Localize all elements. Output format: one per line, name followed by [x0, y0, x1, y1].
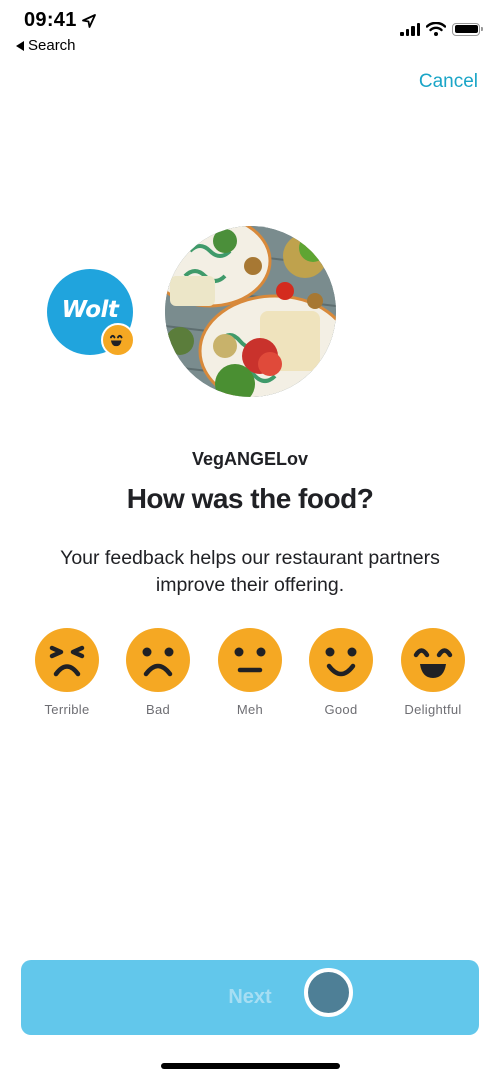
wolt-logo: Wolt [47, 269, 135, 357]
back-to-app-link[interactable]: Search [16, 37, 76, 54]
delightful-face-icon [401, 628, 465, 692]
rating-label: Meh [236, 702, 264, 717]
rating-label: Bad [145, 702, 171, 717]
rating-label: Good [324, 702, 358, 717]
good-face-icon [309, 628, 373, 692]
feedback-subtitle: Your feedback helps our restaurant partn… [60, 547, 440, 596]
rating-terrible[interactable]: Terrible [22, 628, 112, 717]
venue-name: VegANGELov [191, 449, 309, 469]
rating-bad[interactable]: Bad [113, 628, 203, 717]
restaurant-photo [165, 226, 336, 397]
rating-label: Terrible [44, 702, 90, 717]
rating-delightful[interactable]: Delightful [388, 628, 478, 717]
bad-face-icon [126, 628, 190, 692]
status-icons [400, 22, 483, 36]
rating-meh[interactable]: Meh [205, 628, 295, 717]
home-indicator[interactable] [161, 1063, 340, 1069]
back-triangle-icon [16, 40, 24, 51]
battery-icon [452, 22, 483, 36]
status-bar: 09:41 Search [0, 0, 500, 60]
wifi-icon [426, 22, 446, 36]
grinning-face-icon [101, 323, 135, 357]
cancel-button[interactable]: Cancel [419, 71, 478, 93]
terrible-face-icon [35, 628, 99, 692]
next-button[interactable]: Next [21, 960, 479, 1035]
touch-indicator [304, 968, 353, 1017]
meh-face-icon [218, 628, 282, 692]
wolt-logo-text: Wolt [61, 297, 119, 323]
next-button-label: Next [228, 986, 272, 1008]
back-app-label: Search [28, 37, 76, 54]
location-arrow-icon [81, 13, 96, 28]
page-title: How was the food? [126, 483, 374, 514]
status-time: 09:41 [24, 9, 97, 32]
cellular-signal-icon [400, 22, 420, 36]
time-text: 09:41 [24, 9, 77, 31]
rating-good[interactable]: Good [296, 628, 386, 717]
rating-label: Delightful [404, 702, 462, 717]
